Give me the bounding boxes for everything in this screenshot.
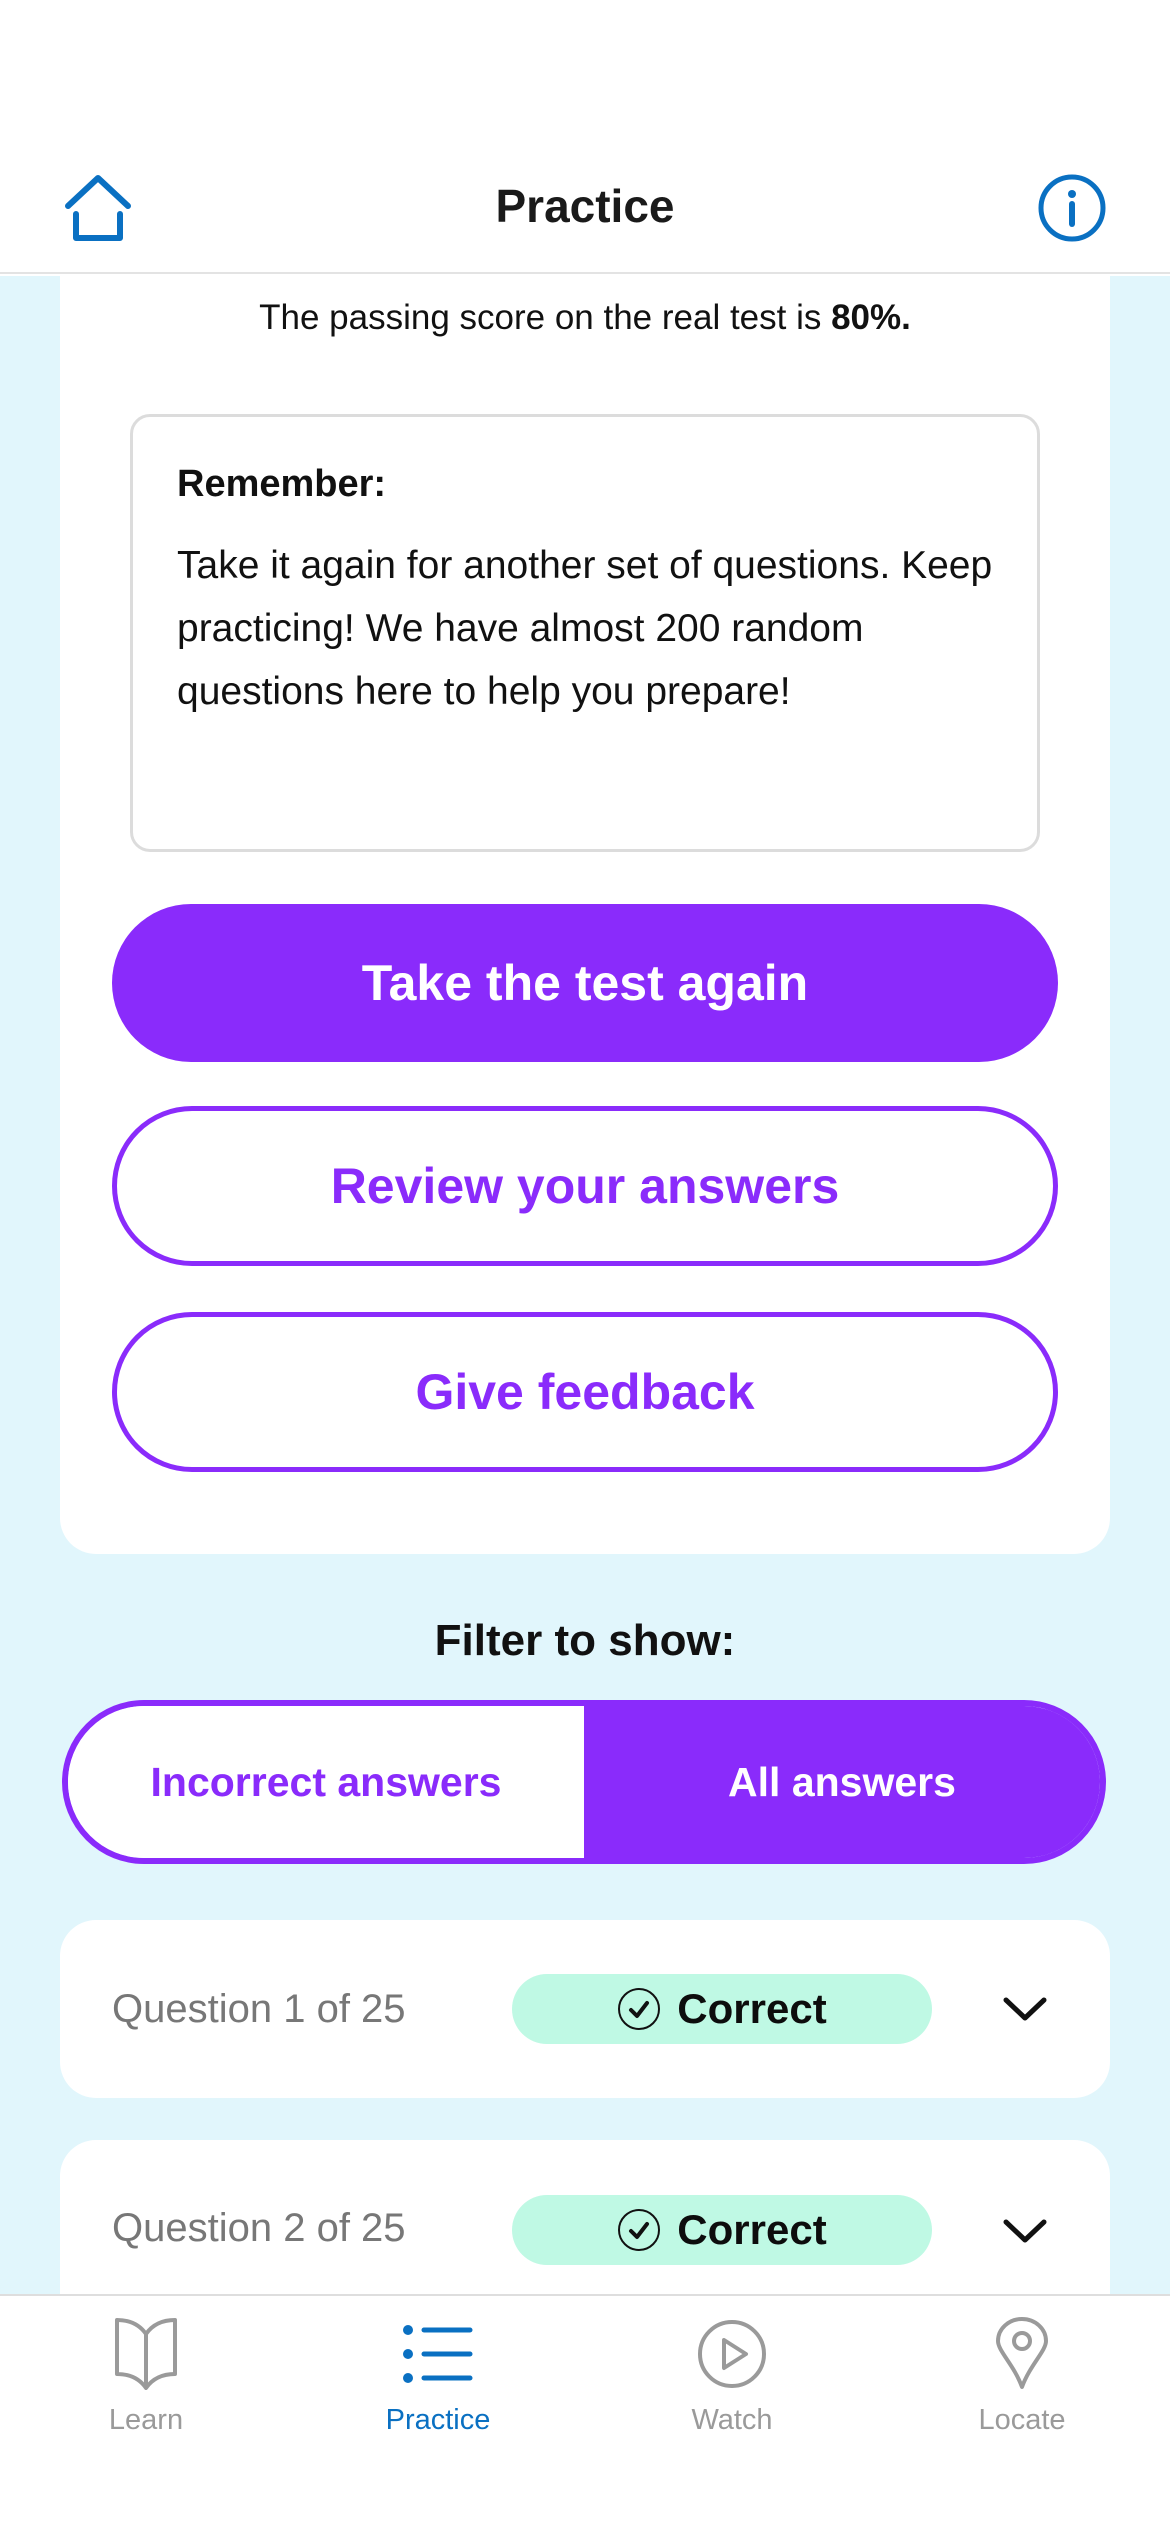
info-button[interactable]: [1032, 168, 1112, 248]
tab-watch[interactable]: Watch: [632, 2312, 832, 2442]
status-bar-area: [0, 0, 1170, 140]
remember-box: Remember: Take it again for another set …: [130, 414, 1040, 852]
tab-learn[interactable]: Learn: [46, 2312, 246, 2442]
home-icon: [65, 175, 131, 241]
play-circle-icon: [698, 2320, 766, 2388]
status-badge: Correct: [512, 2195, 932, 2265]
passing-score-text: The passing score on the real test is 80…: [60, 298, 1110, 338]
tab-label: Locate: [978, 2404, 1066, 2436]
tab-label: Watch: [691, 2404, 773, 2436]
tab-label: Practice: [385, 2404, 491, 2436]
filter-incorrect-answers[interactable]: Incorrect answers: [68, 1706, 584, 1858]
expand-button[interactable]: [1000, 2206, 1050, 2256]
scroll-content[interactable]: The passing score on the real test is 80…: [0, 276, 1170, 2294]
tab-practice[interactable]: Practice: [338, 2312, 538, 2442]
review-answers-button[interactable]: Review your answers: [112, 1106, 1058, 1266]
bottom-tab-bar: Learn Practice Watch Locate: [0, 2294, 1170, 2532]
map-pin-icon: [996, 2317, 1048, 2389]
filter-label: Filter to show:: [434, 1616, 736, 1665]
remember-body: Take it again for another set of questio…: [177, 544, 993, 713]
expand-button[interactable]: [1000, 1984, 1050, 2034]
practice-results-screen: Practice The passing score on the real t…: [0, 0, 1170, 2532]
passing-score-value: 80%.: [831, 298, 911, 337]
status-text: Correct: [677, 2206, 827, 2253]
home-button[interactable]: [58, 168, 138, 248]
question-row[interactable]: Question 2 of 25 Correct: [60, 2140, 1110, 2294]
passing-score-label: The passing score on the real test is: [259, 298, 832, 337]
take-test-again-button[interactable]: Take the test again: [112, 904, 1058, 1062]
tab-label: Learn: [108, 2404, 184, 2436]
status-badge: Correct: [512, 1974, 932, 2044]
question-label: Question 1 of 25: [112, 1986, 406, 2031]
top-nav-bar: Practice: [0, 140, 1170, 274]
chevron-down-icon: [1003, 1997, 1047, 2021]
question-row[interactable]: Question 1 of 25 Correct: [60, 1920, 1110, 2098]
book-icon: [115, 2318, 177, 2390]
remember-title: Remember:: [177, 463, 387, 505]
list-icon: [403, 2325, 473, 2383]
filter-all-answers[interactable]: All answers: [584, 1706, 1100, 1858]
question-label: Question 2 of 25: [112, 2206, 406, 2250]
tab-locate[interactable]: Locate: [922, 2312, 1122, 2442]
result-card: The passing score on the real test is 80…: [60, 276, 1110, 1554]
answer-filter-toggle: Incorrect answers All answers: [62, 1700, 1106, 1864]
status-text: Correct: [677, 1985, 827, 2032]
check-circle-icon: [618, 2209, 661, 2251]
chevron-down-icon: [1003, 2219, 1047, 2243]
info-icon: [1038, 174, 1106, 242]
page-title: Practice: [495, 180, 675, 232]
check-circle-icon: [618, 1988, 661, 2030]
give-feedback-button[interactable]: Give feedback: [112, 1312, 1058, 1472]
